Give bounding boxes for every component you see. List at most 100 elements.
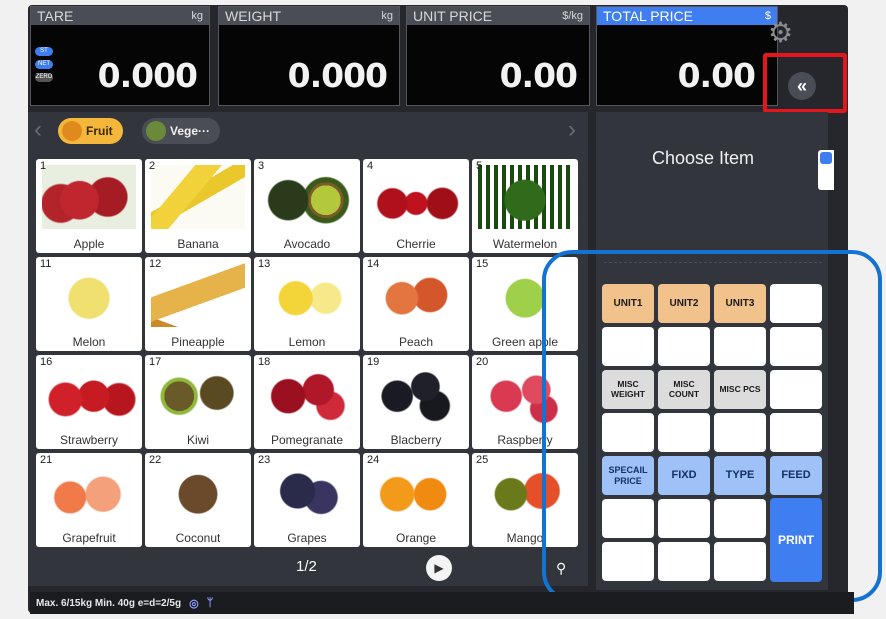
tare-unit: kg: [191, 10, 203, 22]
product-tile[interactable]: 3 Avocado: [254, 159, 360, 253]
unit-price-value: 0.00: [499, 56, 578, 95]
next-page-button[interactable]: ▶: [426, 555, 452, 581]
product-tile[interactable]: 18 Pomegranate: [254, 355, 360, 449]
product-name: Coconut: [175, 531, 221, 545]
product-number: 20: [476, 356, 489, 368]
capacity-text: Max. 6/15kg Min. 40g e=d=2/5g: [36, 597, 182, 609]
product-number: 11: [40, 258, 52, 270]
product-number: 2: [149, 160, 156, 172]
product-tile[interactable]: 14 Peach: [363, 257, 469, 351]
product-number: 4: [367, 160, 374, 172]
gear-icon[interactable]: ⚙: [768, 16, 793, 49]
product-name: Pineapple: [171, 335, 225, 349]
tare-display: TARE kg ST NET ZERO 0.000: [30, 6, 210, 106]
product-image: [369, 459, 463, 523]
choose-item-label: Choose Item: [652, 148, 755, 168]
legal-for-trade-icon: ◎: [189, 597, 199, 610]
product-tile[interactable]: 12 Pineapple: [145, 257, 251, 351]
product-image: [42, 459, 136, 523]
product-image: [369, 263, 463, 327]
product-tile[interactable]: 1 Apple: [36, 159, 142, 253]
category-tab-vege[interactable]: Vege···: [142, 118, 221, 144]
page-indicator: 1/2: [296, 558, 317, 575]
product-number: 16: [40, 356, 53, 368]
product-name: Pomegranate: [270, 433, 344, 447]
product-image: [42, 165, 136, 229]
zero-indicator: ZERO: [35, 73, 53, 82]
product-tile[interactable]: 2 Banana: [145, 159, 251, 253]
product-tile[interactable]: 17 Kiwi: [145, 355, 251, 449]
product-number: 21: [40, 454, 53, 466]
product-number: 1: [40, 160, 47, 172]
product-number: 17: [149, 356, 162, 368]
unit-price-display: UNIT PRICE $/kg 0.00: [406, 6, 590, 106]
product-number: 14: [367, 258, 380, 270]
weight-label: WEIGHT: [225, 8, 281, 24]
product-image: [151, 165, 245, 229]
product-image: [42, 263, 136, 327]
product-name: Watermelon: [492, 237, 558, 251]
product-image: [260, 165, 354, 229]
product-image: [151, 459, 245, 523]
play-icon: ▶: [434, 561, 444, 575]
category-fruit-label: Fruit: [86, 124, 113, 138]
product-image: [151, 361, 245, 425]
product-image: [260, 459, 354, 523]
product-name: Cherrie: [396, 237, 436, 251]
tab-icon: [820, 152, 832, 164]
product-tile[interactable]: 5 Watermelon: [472, 159, 578, 253]
product-tile[interactable]: 23 Grapes: [254, 453, 360, 547]
product-name: Blacberry: [390, 433, 442, 447]
product-name: Peach: [398, 335, 434, 349]
product-tile[interactable]: 24 Orange: [363, 453, 469, 547]
product-image: [369, 361, 463, 425]
product-name: Orange: [395, 531, 437, 545]
product-number: 18: [258, 356, 271, 368]
product-tile[interactable]: 4 Cherrie: [363, 159, 469, 253]
product-tile[interactable]: 19 Blacberry: [363, 355, 469, 449]
product-tile[interactable]: 21 Grapefruit: [36, 453, 142, 547]
weight-display: WEIGHT kg 0.000: [218, 6, 400, 106]
product-name: Melon: [72, 335, 106, 349]
product-name: Kiwi: [186, 433, 209, 447]
product-image: [42, 361, 136, 425]
product-name: Grapes: [287, 531, 327, 545]
highlight-box-blue: [542, 250, 882, 602]
product-number: 3: [258, 160, 265, 172]
category-tab-fruit[interactable]: Fruit: [58, 118, 123, 144]
side-tab-handle[interactable]: [818, 150, 834, 190]
product-tile[interactable]: 11 Melon: [36, 257, 142, 351]
highlight-box-red: [763, 53, 847, 113]
product-name: Apple: [73, 237, 105, 251]
product-image: [478, 165, 572, 229]
product-number: 22: [149, 454, 162, 466]
product-number: 23: [258, 454, 271, 466]
product-image: [260, 263, 354, 327]
product-image: [151, 263, 245, 327]
product-number: 13: [258, 258, 271, 270]
product-tile[interactable]: 13 Lemon: [254, 257, 360, 351]
fruit-icon: [62, 121, 82, 141]
chevron-left-icon[interactable]: ‹: [34, 116, 42, 144]
unit-price-unit: $/kg: [562, 10, 583, 22]
total-price-label: TOTAL PRICE: [603, 8, 693, 24]
tare-value: 0.000: [97, 56, 198, 95]
net-indicator: NET: [35, 60, 53, 69]
product-number: 24: [367, 454, 380, 466]
product-tile[interactable]: 22 Coconut: [145, 453, 251, 547]
product-name: Avocado: [283, 237, 331, 251]
product-image: [369, 165, 463, 229]
product-number: 5: [476, 160, 483, 172]
product-name: Lemon: [288, 335, 326, 349]
total-price-display: TOTAL PRICE $ 0.00: [596, 6, 778, 106]
product-number: 19: [367, 356, 380, 368]
weight-unit: kg: [381, 10, 393, 22]
product-tile[interactable]: 16 Strawberry: [36, 355, 142, 449]
category-vege-label: Vege···: [170, 124, 211, 138]
product-name: Grapefruit: [62, 531, 116, 545]
status-bar: Max. 6/15kg Min. 40g e=d=2/5g ◎ ᛘ: [30, 592, 854, 614]
product-name: Strawberry: [59, 433, 118, 447]
stable-indicator: ST: [35, 47, 53, 56]
chevron-right-icon[interactable]: ›: [568, 116, 576, 144]
total-price-value: 0.00: [677, 56, 756, 95]
